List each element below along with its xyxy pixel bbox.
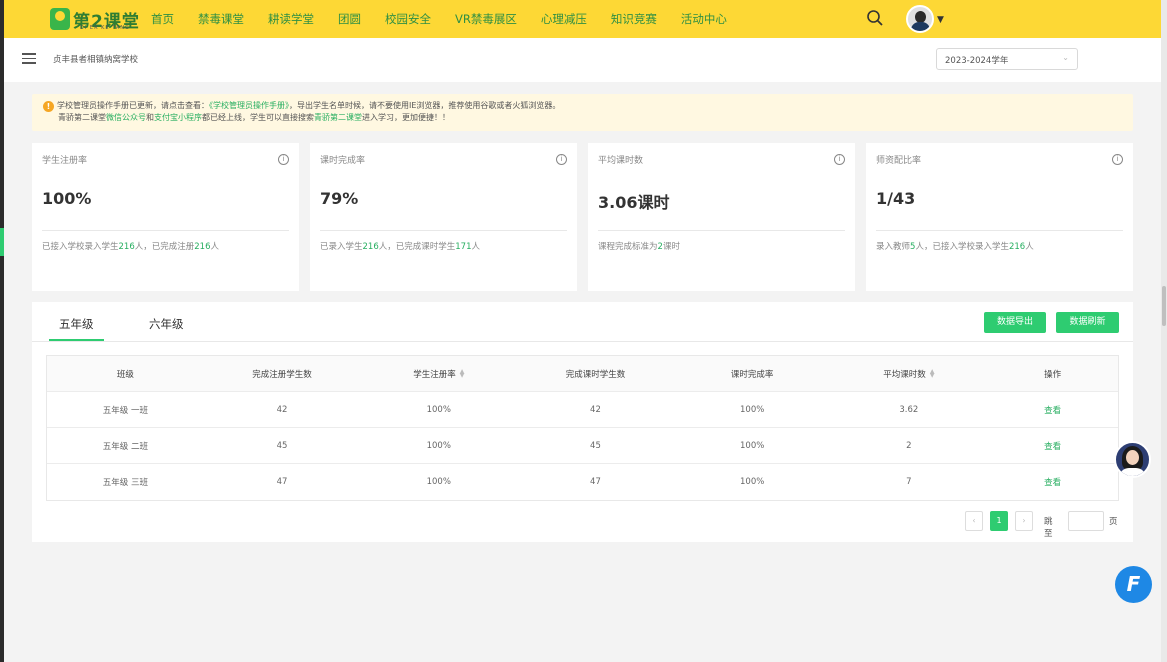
header-bar: 贞丰县者相镇纳窝学校 2023-2024学年 ⌄ (4, 38, 1161, 82)
export-button[interactable]: 数据导出 (984, 312, 1046, 333)
card-value: 3.06课时 (598, 193, 670, 212)
card-value: 1/43 (876, 189, 916, 208)
view-link[interactable]: 查看 (1044, 442, 1061, 452)
jump-label: 跳至 (1044, 517, 1053, 539)
menu-fold-icon[interactable] (22, 53, 36, 67)
class-table: 班级 完成注册学生数 学生注册率 ▲ ▼ 完成课时学生数 课时完成率 平均课时数 ▲ ▼… (46, 355, 1119, 501)
card-title: 课时完成率 (320, 156, 366, 166)
nav-menu: 首页 禁毒课堂 耕读学堂 团圆 校园安全 VR禁毒展区 心理减压 知识竞赛 活动… (151, 0, 751, 38)
card-value: 100% (42, 189, 92, 208)
nav-item-campus-safety[interactable]: 校园安全 (385, 11, 431, 27)
nav-item-psych[interactable]: 心理减压 (541, 11, 587, 27)
table-row: 五年级 一班 42 100% 42 100% 3.62 查看 (47, 392, 1118, 428)
manual-link[interactable]: 《学校管理员操作手册》 (209, 101, 289, 110)
nav-item-activities[interactable]: 活动中心 (681, 11, 727, 27)
prev-page-button[interactable]: ‹ (965, 511, 983, 531)
view-link[interactable]: 查看 (1044, 478, 1061, 488)
window-edge-marker (0, 228, 4, 256)
info-icon[interactable]: i (1112, 154, 1123, 165)
tabs-divider (32, 341, 1133, 342)
page-button[interactable]: 1 (990, 511, 1008, 531)
card-title: 学生注册率 (42, 156, 88, 166)
year-select-value: 2023-2024学年 (945, 56, 1009, 66)
card-footer: 录入教师5人，已接入学校录入学生216人 (876, 242, 1034, 252)
stat-card-registration: 学生注册率 i 100% 已接入学校录入学生216人，已完成注册216人 (32, 143, 299, 291)
card-divider (598, 230, 845, 231)
scrollbar-thumb[interactable] (1162, 286, 1166, 326)
stat-card-completion: 课时完成率 i 79% 已录入学生216人，已完成课时学生171人 (310, 143, 577, 291)
nav-item-reunion[interactable]: 团圆 (338, 11, 361, 27)
next-page-button[interactable]: › (1015, 511, 1033, 531)
support-avatar-button[interactable] (1114, 441, 1151, 478)
card-value: 79% (320, 189, 359, 208)
table-row: 五年级 三班 47 100% 47 100% 7 查看 (102, 477, 1062, 488)
card-footer: 已录入学生216人，已完成课时学生171人 (320, 242, 481, 252)
nav-item-home[interactable]: 首页 (151, 11, 174, 27)
logo-icon (50, 8, 70, 30)
window-edge-left (0, 0, 4, 662)
col-avg-hours[interactable]: 平均课时数 ▲ ▼ (831, 368, 988, 380)
card-divider (876, 230, 1123, 231)
info-icon[interactable]: i (278, 154, 289, 165)
alipay-link[interactable]: 支付宝小程序 (154, 113, 202, 122)
year-select[interactable]: 2023-2024学年 ⌄ (936, 48, 1078, 70)
nav-item-vr[interactable]: VR禁毒展区 (455, 11, 517, 27)
info-icon[interactable]: i (556, 154, 567, 165)
nav-item-farming-class[interactable]: 耕读学堂 (268, 11, 314, 27)
col-completed: 完成课时学生数 (565, 369, 626, 380)
chevron-down-icon: ⌄ (1062, 53, 1069, 62)
card-divider (320, 230, 567, 231)
search-keyword-link[interactable]: 青骄第二课堂 (314, 113, 362, 122)
card-divider (42, 230, 289, 231)
stat-card-teacher-ratio: 师资配比率 i 1/43 录入教师5人，已接入学校录入学生216人 (866, 143, 1133, 291)
warning-icon: ! (43, 101, 54, 112)
caret-down-icon[interactable]: ▼ (937, 15, 944, 25)
stat-card-avg-hours: 平均课时数 i 3.06课时 课程完成标准为2课时 (588, 143, 855, 291)
notice-line-2: 青骄第二课堂微信公众号和支付宝小程序都已经上线，学生可以直接搜索青骄第二课堂进入… (58, 113, 450, 122)
refresh-button[interactable]: 数据刷新 (1056, 312, 1119, 333)
search-icon[interactable] (866, 9, 884, 27)
grade-panel: 五年级 六年级 数据导出 数据刷新 班级 完成注册学生数 学生注册率 ▲ ▼ 完成课… (32, 302, 1133, 542)
col-action: 操作 (1044, 369, 1062, 380)
col-registered: 完成注册学生数 (252, 369, 312, 380)
tab-grade-6[interactable]: 六年级 (149, 316, 184, 332)
card-title: 师资配比率 (876, 156, 922, 166)
card-title: 平均课时数 (598, 156, 644, 166)
col-class: 班级 (116, 369, 134, 380)
notice-line-1: ! 学校管理员操作手册已更新，请点击查看：《学校管理员操作手册》，导出学生名单时候… (43, 100, 1133, 112)
col-reg-rate[interactable]: 学生注册率 ▲ ▼ (360, 368, 517, 380)
notice-banner: ! 学校管理员操作手册已更新，请点击查看：《学校管理员操作手册》，导出学生名单时候… (32, 94, 1133, 131)
nav-item-drug-class[interactable]: 禁毒课堂 (198, 11, 244, 27)
sort-icon[interactable]: ▲ ▼ (460, 369, 465, 379)
nav-item-quiz[interactable]: 知识竞赛 (611, 11, 657, 27)
sort-icon[interactable]: ▲ ▼ (930, 369, 935, 379)
top-nav: 第2课堂 DI ER KE TANG 首页 禁毒课堂 耕读学堂 团圆 校园安全 … (4, 0, 1161, 38)
table-header-row: 班级 完成注册学生数 学生注册率 ▲ ▼ 完成课时学生数 课时完成率 平均课时数 ▲ ▼… (47, 356, 1118, 392)
tab-grade-5[interactable]: 五年级 (59, 316, 94, 332)
col-completion-rate: 课时完成率 (730, 369, 774, 380)
view-link[interactable]: 查看 (1044, 406, 1061, 416)
card-footer: 已接入学校录入学生216人，已完成注册216人 (42, 242, 220, 252)
float-assistant-icon[interactable]: F (1115, 566, 1152, 603)
scrollbar[interactable] (1161, 0, 1167, 662)
brand-sub: DI ER KE TANG (80, 25, 130, 31)
wechat-link[interactable]: 微信公众号 (106, 113, 146, 122)
info-icon[interactable]: i (834, 154, 845, 165)
card-footer: 课程完成标准为2课时 (598, 242, 680, 252)
brand-logo[interactable]: 第2课堂 DI ER KE TANG (50, 6, 150, 32)
table-row: 五年级 二班 45 100% 45 100% 2 查看 (47, 428, 1118, 464)
page-unit-label: 页 (1109, 517, 1118, 527)
school-name: 贞丰县者相镇纳窝学校 (53, 55, 139, 65)
jump-input[interactable] (1068, 511, 1104, 531)
user-avatar[interactable] (906, 5, 934, 33)
